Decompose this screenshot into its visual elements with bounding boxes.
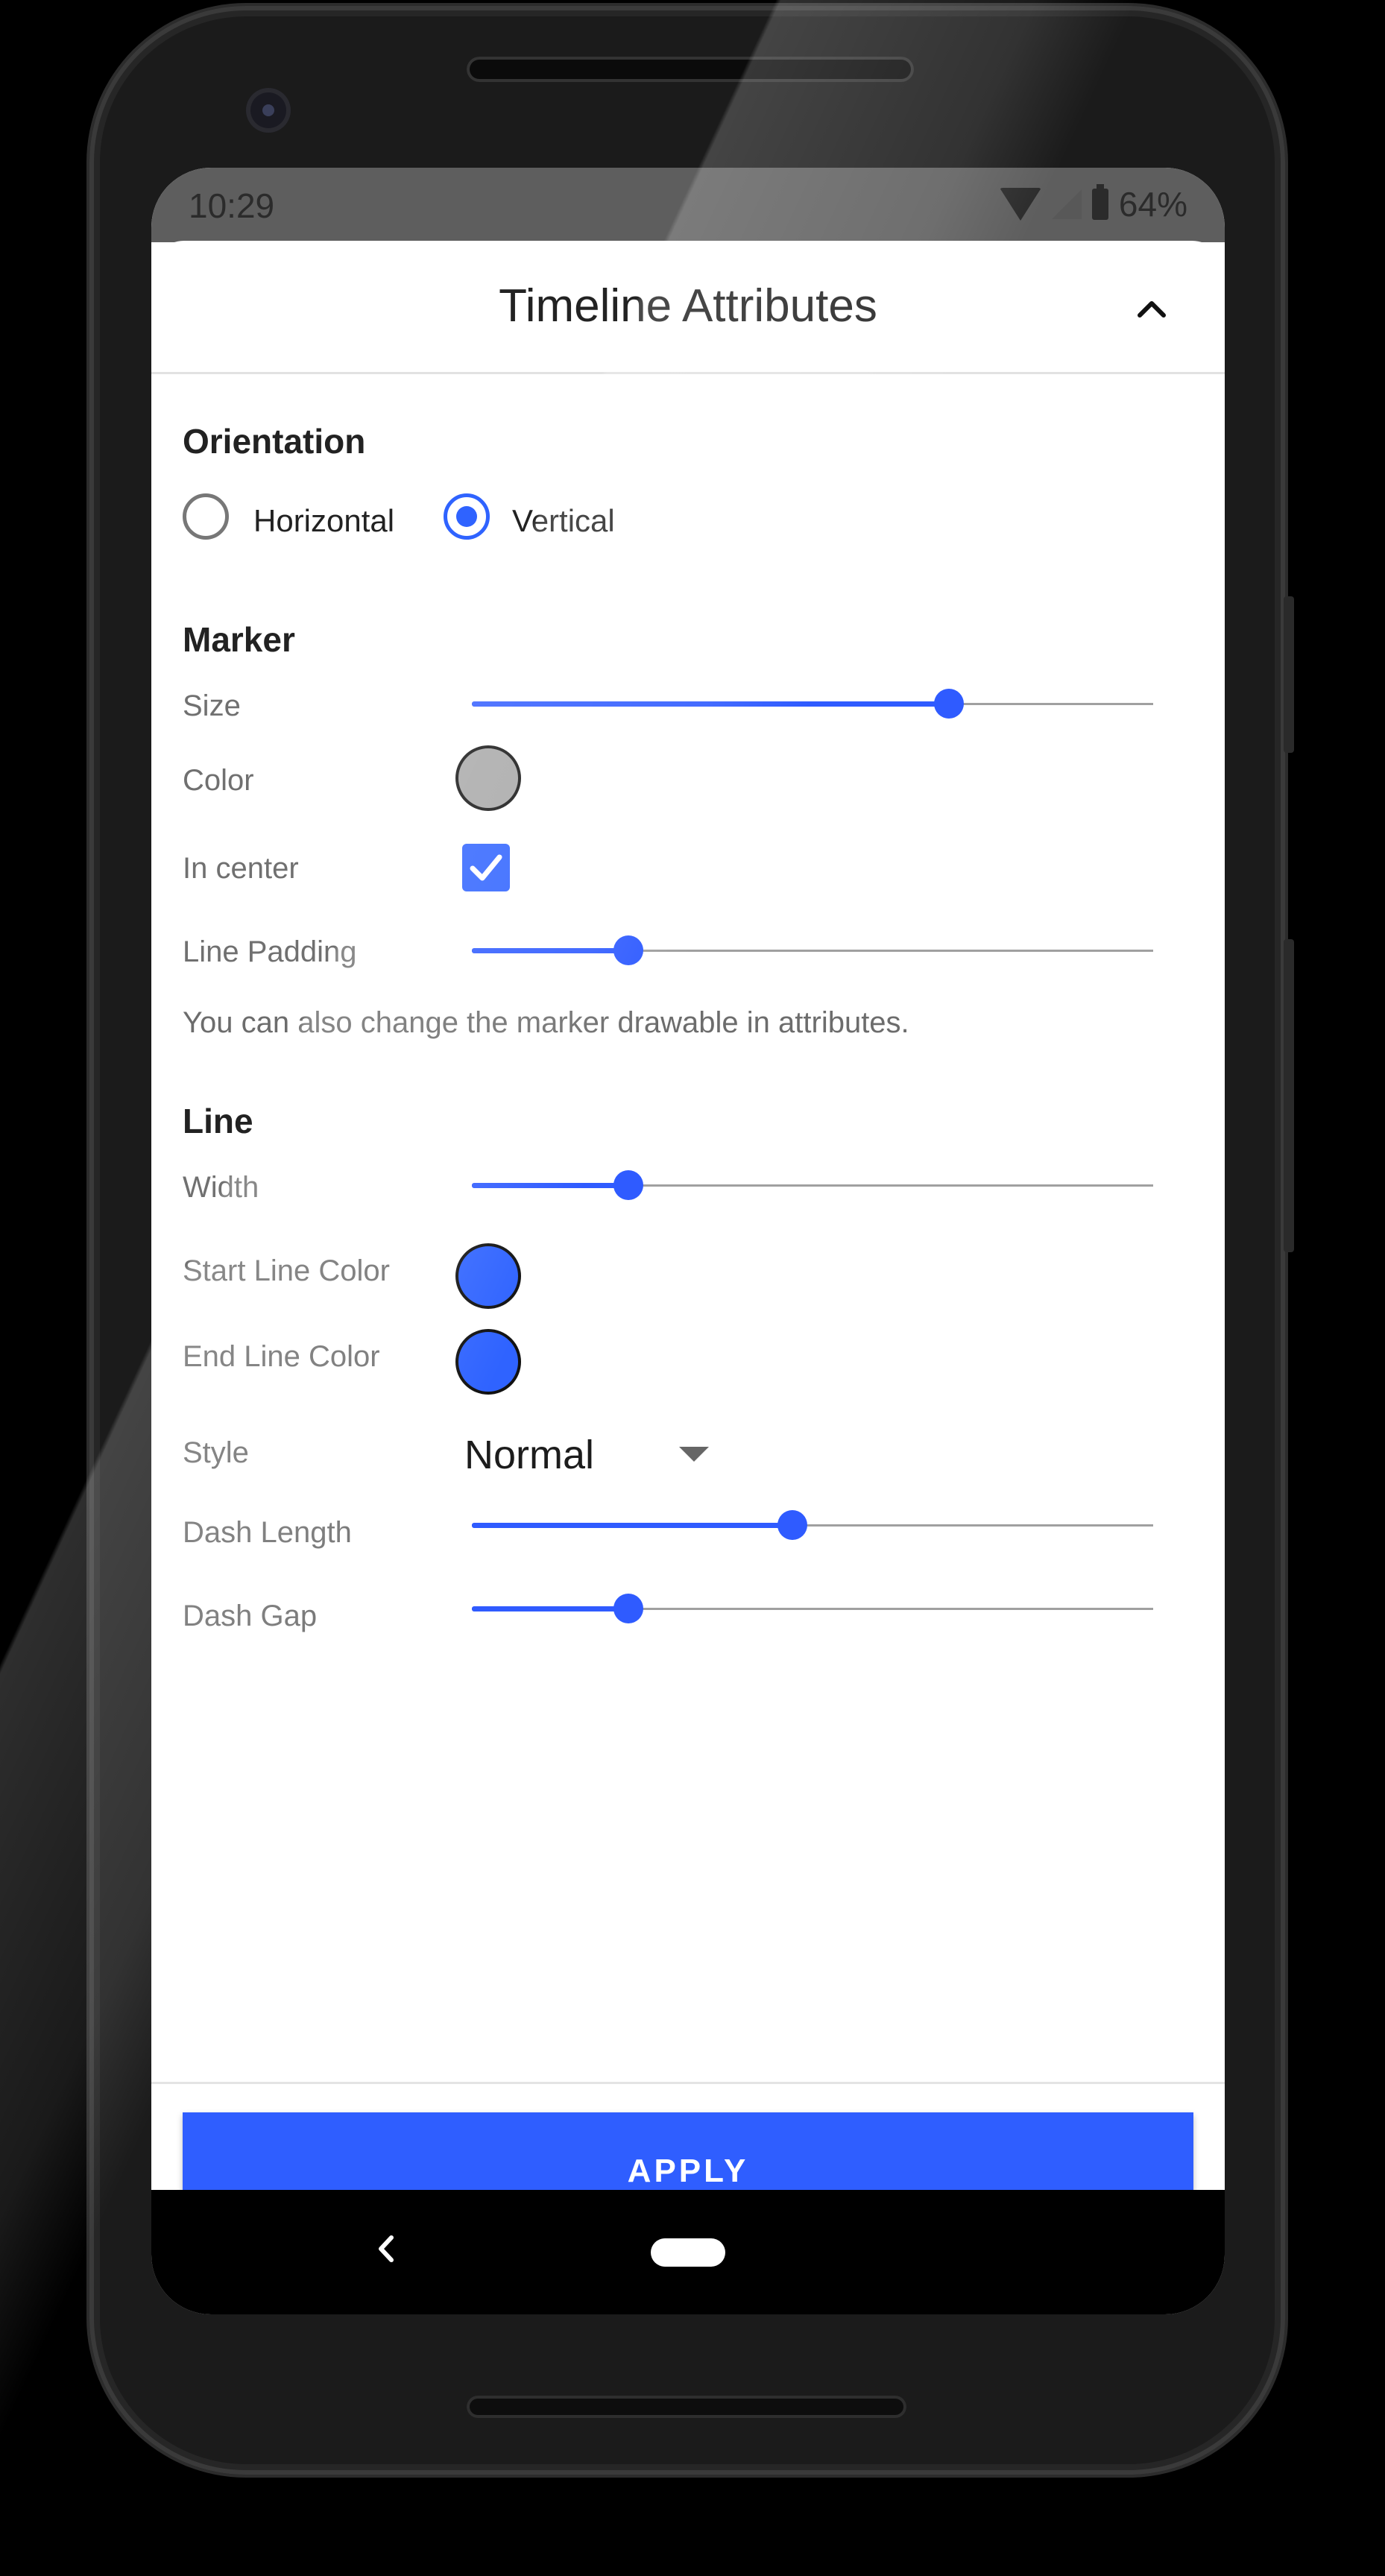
front-camera xyxy=(246,88,291,133)
marker-size-label: Size xyxy=(183,689,241,722)
end-line-color-swatch[interactable] xyxy=(455,1329,521,1395)
power-button xyxy=(1284,596,1294,753)
wifi-icon xyxy=(999,188,1041,221)
orientation-title: Orientation xyxy=(183,422,366,461)
battery-percent: 64% xyxy=(1118,185,1187,224)
check-icon xyxy=(470,854,502,881)
radio-horizontal-label[interactable]: Horizontal xyxy=(253,503,394,539)
earpiece-speaker xyxy=(467,57,914,82)
marker-color-swatch[interactable] xyxy=(455,745,521,811)
start-line-color-label: Start Line Color xyxy=(183,1254,390,1287)
radio-vertical-label[interactable]: Vertical xyxy=(512,503,615,539)
line-padding-label: Line Padding xyxy=(183,935,357,968)
marker-color-label: Color xyxy=(183,764,254,797)
battery-icon xyxy=(1091,184,1108,220)
slider-fill xyxy=(472,701,949,707)
slider-thumb[interactable] xyxy=(613,1594,644,1623)
slider-fill xyxy=(472,1523,792,1528)
in-center-label: In center xyxy=(183,852,299,885)
in-center-checkbox[interactable] xyxy=(462,844,510,891)
dash-length-label: Dash Length xyxy=(183,1516,352,1549)
marker-info-text: You can also change the marker drawable … xyxy=(183,1006,909,1039)
dash-gap-slider[interactable] xyxy=(472,1594,1153,1623)
back-icon[interactable] xyxy=(367,2230,405,2267)
home-pill-icon[interactable] xyxy=(651,2238,725,2267)
screen: 10:29 64% Timeline Attributes Orientatio… xyxy=(151,168,1225,2314)
chevron-up-icon[interactable] xyxy=(1129,288,1174,326)
navigation-bar xyxy=(151,2190,1225,2314)
volume-button xyxy=(1284,939,1294,1252)
radio-horizontal[interactable] xyxy=(183,493,229,540)
marker-size-slider[interactable] xyxy=(472,689,1153,719)
start-line-color-swatch[interactable] xyxy=(455,1243,521,1309)
end-line-color-label: End Line Color xyxy=(183,1340,380,1373)
line-width-slider[interactable] xyxy=(472,1170,1153,1200)
slider-thumb[interactable] xyxy=(777,1510,807,1540)
attributes-sheet: Timeline Attributes Orientation Horizont… xyxy=(151,241,1225,2229)
dash-gap-label: Dash Gap xyxy=(183,1600,318,1632)
line-width-label: Width xyxy=(183,1171,259,1204)
slider-thumb[interactable] xyxy=(613,1170,644,1200)
line-padding-slider[interactable] xyxy=(472,935,1153,965)
marker-title: Marker xyxy=(183,620,295,659)
signal-icon xyxy=(1051,189,1082,219)
radio-vertical[interactable] xyxy=(444,493,490,540)
slider-fill xyxy=(472,1606,629,1611)
status-icons: 64% xyxy=(999,184,1187,224)
sheet-header: Timeline Attributes xyxy=(151,241,1225,374)
status-bar: 10:29 64% xyxy=(151,168,1225,242)
line-style-label: Style xyxy=(183,1436,249,1469)
bottom-divider xyxy=(151,2082,1225,2084)
slider-thumb[interactable] xyxy=(933,689,964,719)
line-style-value: Normal xyxy=(464,1433,595,1477)
bottom-speaker xyxy=(467,2396,906,2418)
slider-thumb[interactable] xyxy=(613,935,644,965)
dash-length-slider[interactable] xyxy=(472,1510,1153,1540)
line-style-dropdown[interactable]: Normal xyxy=(464,1426,718,1478)
status-time: 10:29 xyxy=(189,186,275,225)
slider-fill xyxy=(472,1183,629,1188)
slider-fill xyxy=(472,948,629,953)
line-title: Line xyxy=(183,1102,253,1140)
dropdown-arrow-icon xyxy=(679,1447,709,1462)
page-title: Timeline Attributes xyxy=(499,280,877,332)
